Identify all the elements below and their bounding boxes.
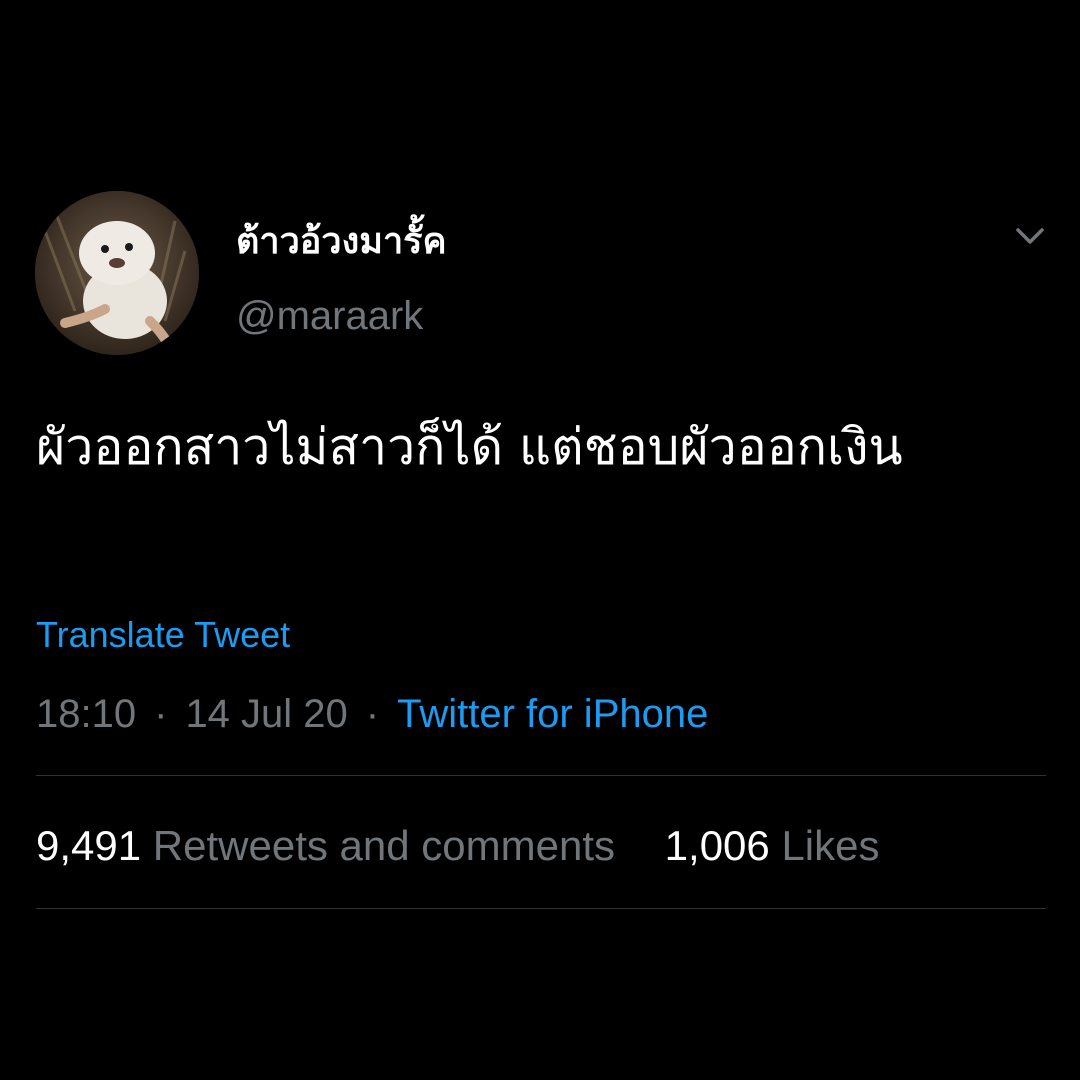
divider — [36, 908, 1046, 909]
avatar[interactable] — [35, 191, 199, 355]
retweets-stat[interactable]: 9,491 Retweets and comments — [36, 820, 615, 872]
likes-label: Likes — [781, 822, 880, 869]
retweets-label: Retweets and comments — [152, 822, 615, 869]
meta-separator: · — [154, 692, 168, 736]
tweet-source-link[interactable]: Twitter for iPhone — [397, 692, 708, 736]
tweet-text: ผัวออกสาวไม่สาวก็ได้ แต่ชอบผัวออกเงิน — [36, 418, 903, 476]
retweets-count: 9,491 — [36, 822, 142, 869]
tweet-date: 14 Jul 20 — [185, 692, 348, 736]
meta-separator: · — [365, 692, 380, 736]
likes-count: 1,006 — [664, 822, 770, 869]
tweet-stats: 9,491 Retweets and comments 1,006 Likes — [36, 820, 880, 872]
display-name[interactable]: ต้าวอ้วงมารั้ค — [236, 218, 447, 266]
seal-pup-avatar-icon — [35, 191, 199, 355]
likes-stat[interactable]: 1,006 Likes — [665, 820, 880, 872]
divider — [36, 775, 1046, 776]
translate-tweet-link[interactable]: Translate Tweet — [36, 613, 290, 657]
user-handle[interactable]: @maraark — [236, 292, 423, 340]
tweet-time: 18:10 — [36, 692, 137, 736]
tweet-meta: 18:10 · 14 Jul 20 · Twitter for iPhone — [36, 690, 708, 738]
tweet-card: ต้าวอ้วงมารั้ค @maraark ผัวออกสาวไม่สาวก… — [0, 0, 1080, 1080]
chevron-down-icon[interactable] — [1010, 220, 1050, 252]
